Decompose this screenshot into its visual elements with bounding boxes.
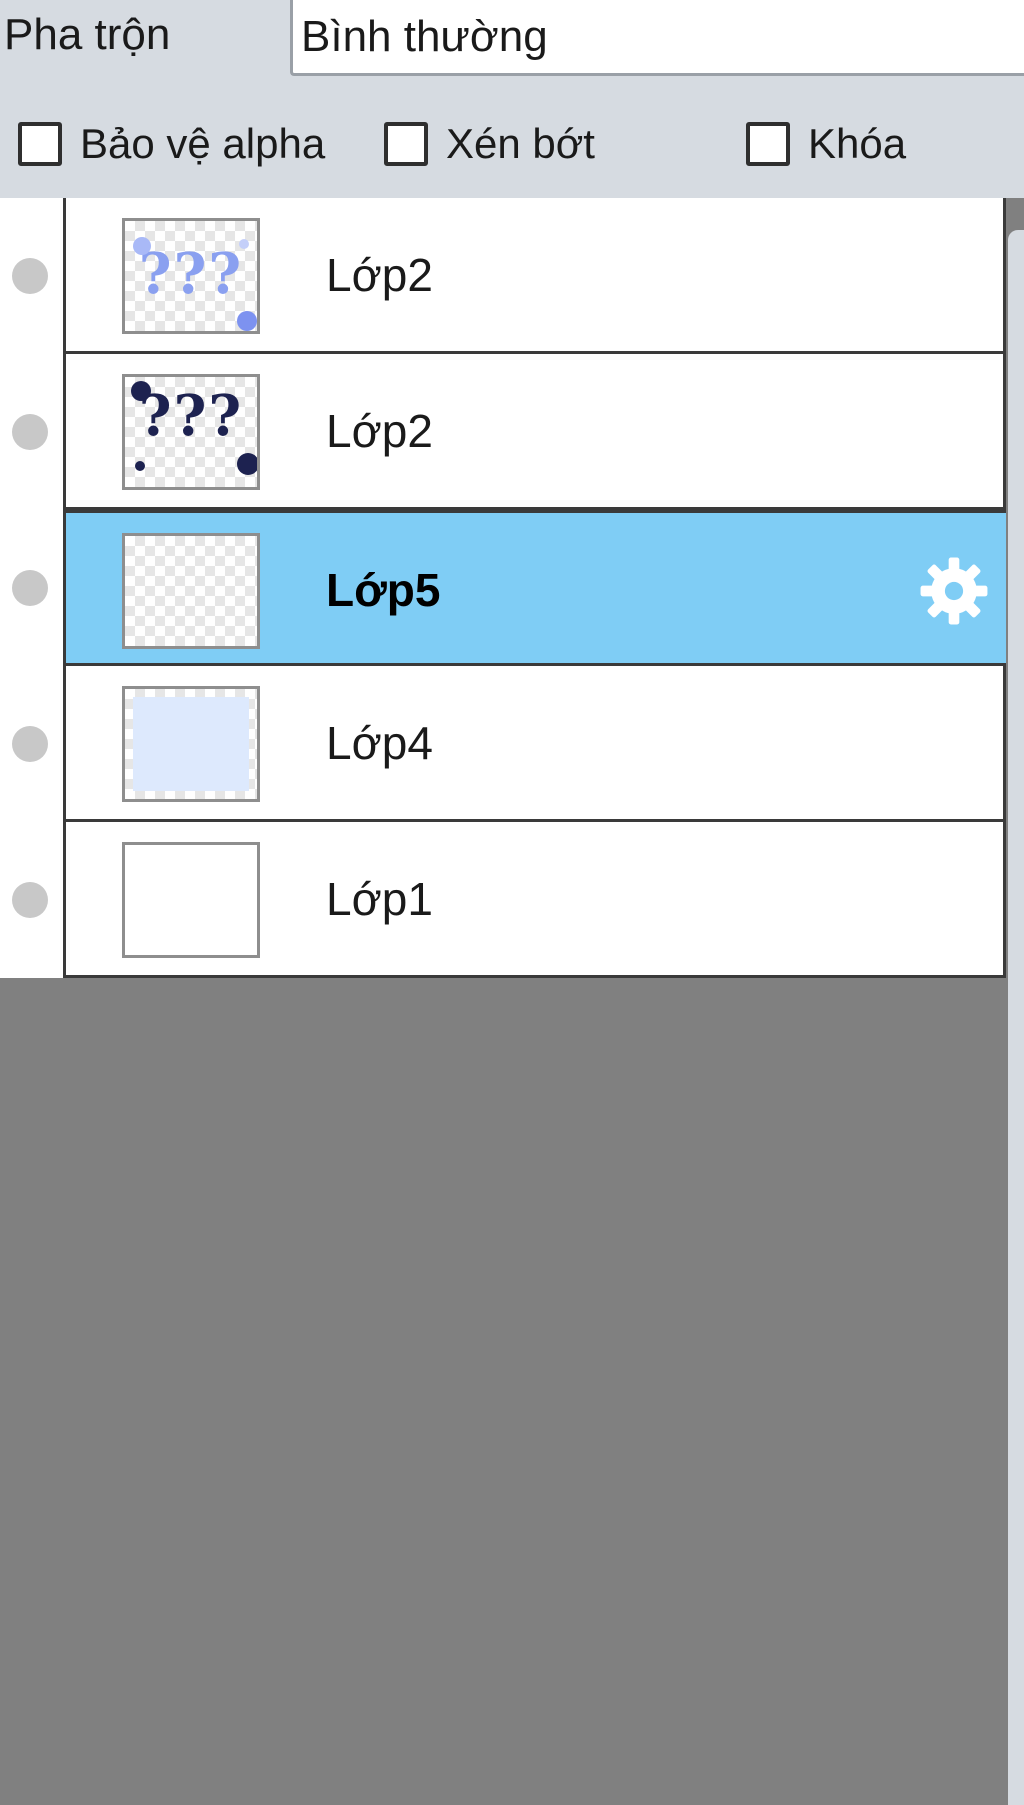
layer-row-body[interactable]: Lớp5 [66, 510, 1006, 666]
thumbnail-dot [237, 453, 257, 475]
visibility-dot-icon [12, 414, 48, 450]
scrollbar[interactable] [1008, 230, 1024, 1805]
protect-alpha-checkbox[interactable] [18, 122, 62, 166]
blend-mode-dropdown[interactable]: Bình thường [290, 0, 1024, 76]
blend-mode-label: Pha trộn [4, 10, 171, 59]
visibility-toggle[interactable] [0, 666, 66, 822]
clip-checkbox[interactable] [384, 122, 428, 166]
visibility-toggle[interactable] [0, 822, 66, 978]
visibility-toggle[interactable] [0, 354, 66, 510]
layer-row-selected[interactable]: Lớp5 [0, 510, 1006, 666]
layer-row-body[interactable]: ??? Lớp2 [66, 354, 1006, 510]
visibility-dot-icon [12, 726, 48, 762]
layers-panel-window: Pha trộn Bình thường Bảo vệ alpha Xén bớ… [0, 0, 1024, 1805]
layer-row-body[interactable]: ??? Lớp2 [66, 198, 1006, 354]
layer-thumbnail: ??? [122, 374, 260, 490]
visibility-toggle[interactable] [0, 198, 66, 354]
lock-option[interactable]: Khóa [746, 118, 906, 170]
visibility-dot-icon [12, 258, 48, 294]
layer-name: Lớp2 [326, 405, 433, 457]
layer-name: Lớp1 [326, 873, 433, 925]
layer-name: Lớp4 [326, 717, 433, 769]
clip-label: Xén bớt [446, 120, 595, 167]
lock-label: Khóa [808, 120, 907, 167]
thumbnail-dot [135, 461, 145, 471]
thumbnail-dot [133, 237, 151, 255]
layer-row[interactable]: Lớp1 [0, 822, 1006, 978]
clip-option[interactable]: Xén bớt [384, 118, 595, 170]
protect-alpha-option[interactable]: Bảo vệ alpha [18, 118, 325, 170]
lock-checkbox[interactable] [746, 122, 790, 166]
layer-row[interactable]: Lớp4 [0, 666, 1006, 822]
layer-list: ??? Lớp2 ??? Lớp2 Lớp5 Lớp4 Lớp1 [0, 198, 1006, 978]
layer-thumbnail [122, 842, 260, 958]
layer-thumbnail [122, 533, 260, 649]
blend-mode-value: Bình thường [301, 12, 548, 61]
visibility-dot-icon [12, 570, 48, 606]
gear-icon[interactable] [916, 553, 992, 629]
visibility-dot-icon [12, 882, 48, 918]
thumbnail-dot [131, 381, 151, 401]
visibility-toggle[interactable] [0, 510, 66, 666]
layer-name: Lớp5 [326, 564, 441, 616]
layer-row-body[interactable]: Lớp4 [66, 666, 1006, 822]
layer-row[interactable]: ??? Lớp2 [0, 198, 1006, 354]
layer-thumbnail: ??? [122, 218, 260, 334]
layer-row[interactable]: ??? Lớp2 [0, 354, 1006, 510]
layer-toolbar: Pha trộn Bình thường Bảo vệ alpha Xén bớ… [0, 0, 1024, 198]
layer-name: Lớp2 [326, 249, 433, 301]
protect-alpha-label: Bảo vệ alpha [80, 120, 326, 167]
thumbnail-dot [237, 311, 257, 331]
layer-thumbnail [122, 686, 260, 802]
thumbnail-dot [239, 239, 249, 249]
layer-row-body[interactable]: Lớp1 [66, 822, 1006, 978]
